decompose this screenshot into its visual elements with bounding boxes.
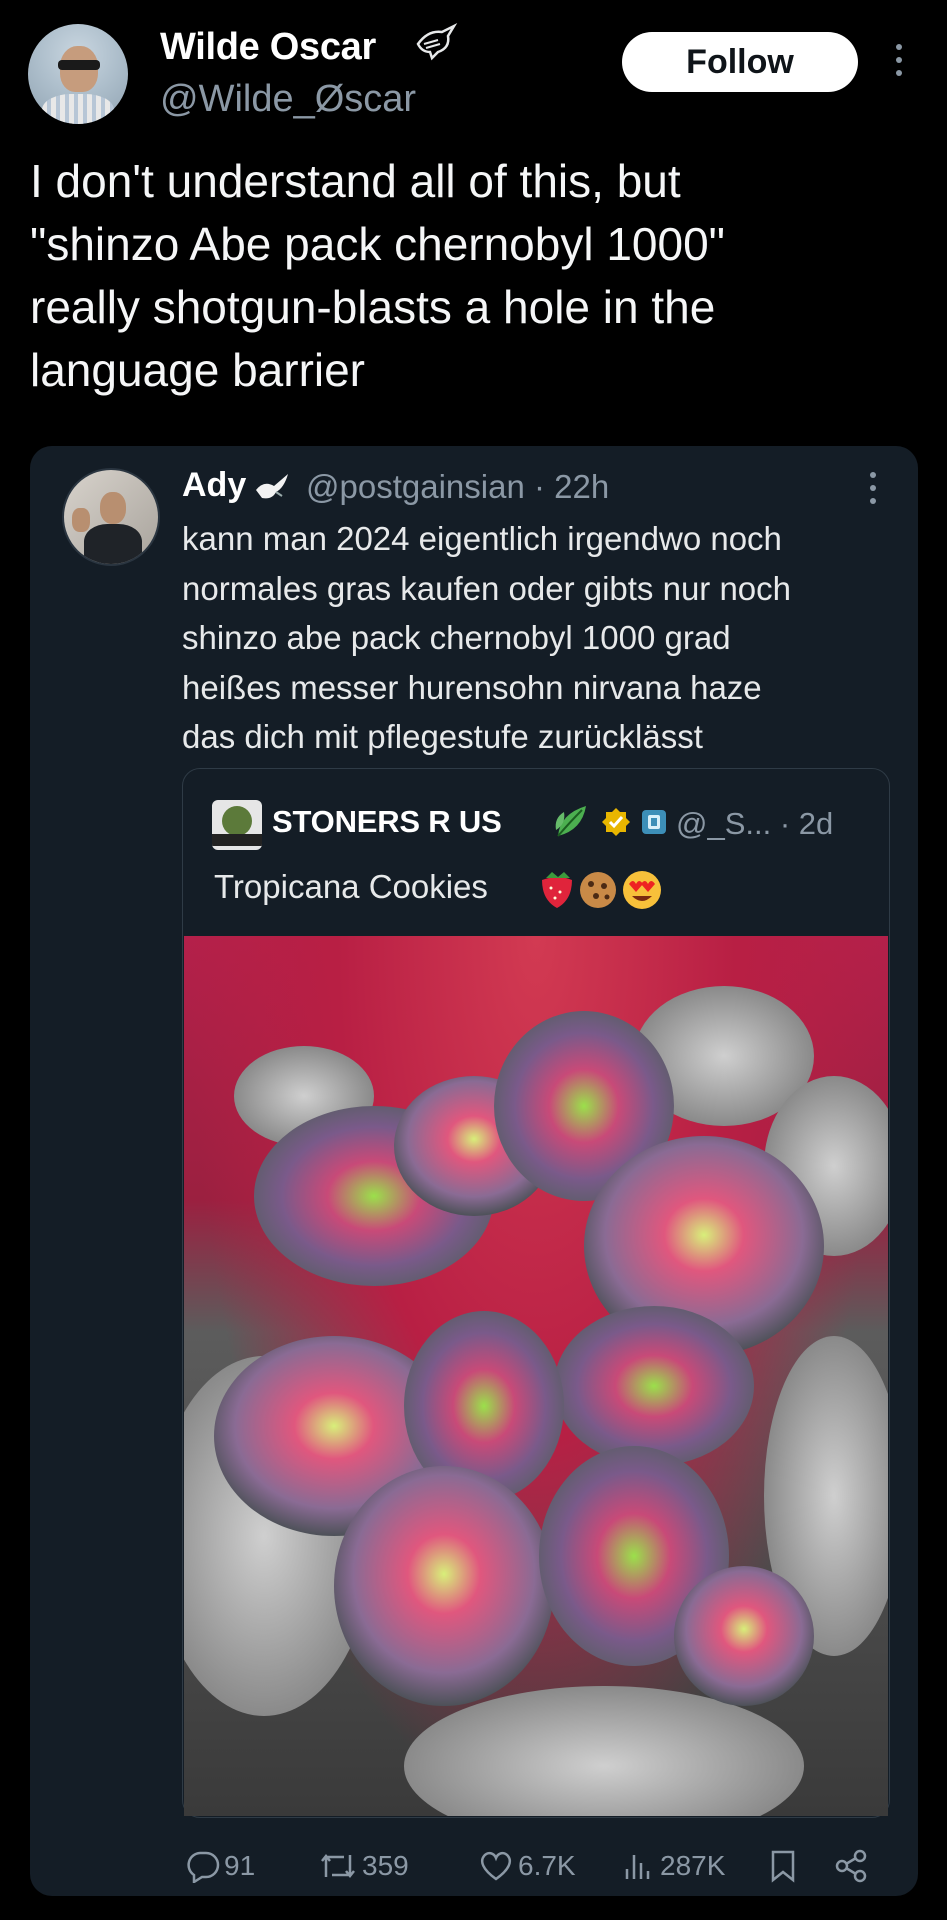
bookmark-icon	[771, 1850, 795, 1883]
author-avatar[interactable]	[28, 24, 128, 124]
quoted-more-icon[interactable]	[866, 472, 880, 512]
nested-tweet-text: Tropicana Cookies	[214, 868, 488, 905]
heart-icon	[480, 1851, 512, 1881]
bird-emoji-icon	[416, 22, 458, 61]
author-handle[interactable]: @Wilde_Øscar	[160, 78, 416, 121]
repost-count: 359	[362, 1850, 409, 1881]
share-icon	[835, 1849, 867, 1883]
quoted-tweet-text: kann man 2024 eigentlich irgendwo noch n…	[182, 520, 792, 755]
strawberry-cookie-heart-eyes-emoji-icon	[542, 871, 661, 909]
share-button[interactable]	[834, 1844, 872, 1888]
more-options-icon[interactable]	[892, 44, 906, 84]
reply-button[interactable]: 91	[186, 1844, 255, 1888]
nested-author-name[interactable]: STONERS R US	[272, 804, 502, 840]
repost-icon	[321, 1853, 355, 1879]
quoted-author-avatar[interactable]	[62, 468, 160, 566]
quoted-author-handle[interactable]: @postgainsian · 22h	[306, 468, 609, 506]
tweet-text: I don't understand all of this, but "shi…	[30, 155, 726, 396]
quoted-author-name[interactable]: Ady	[182, 466, 246, 505]
reply-count: 91	[224, 1850, 256, 1881]
nested-author-handle[interactable]: @_S... · 2d	[676, 806, 833, 842]
author-display-name[interactable]: Wilde Oscar	[160, 26, 376, 69]
like-button[interactable]: 6.7K	[478, 1844, 576, 1888]
nested-author-avatar[interactable]	[212, 800, 262, 850]
views-count: 287K	[660, 1850, 726, 1881]
repost-button[interactable]: 359	[318, 1844, 409, 1888]
leaf-emoji-icon	[555, 806, 586, 837]
dove-emoji-icon	[256, 474, 288, 499]
follow-button[interactable]: Follow	[622, 32, 858, 92]
bookmark-button[interactable]	[768, 1844, 802, 1888]
verified-badge-icon	[602, 808, 630, 836]
views-chart-icon	[625, 1855, 650, 1879]
cannabis-photo[interactable]	[184, 936, 888, 1816]
reply-icon	[187, 1851, 220, 1883]
like-count: 6.7K	[518, 1850, 576, 1881]
affiliate-badge-icon	[642, 810, 666, 834]
views-button[interactable]: 287K	[622, 1844, 725, 1888]
